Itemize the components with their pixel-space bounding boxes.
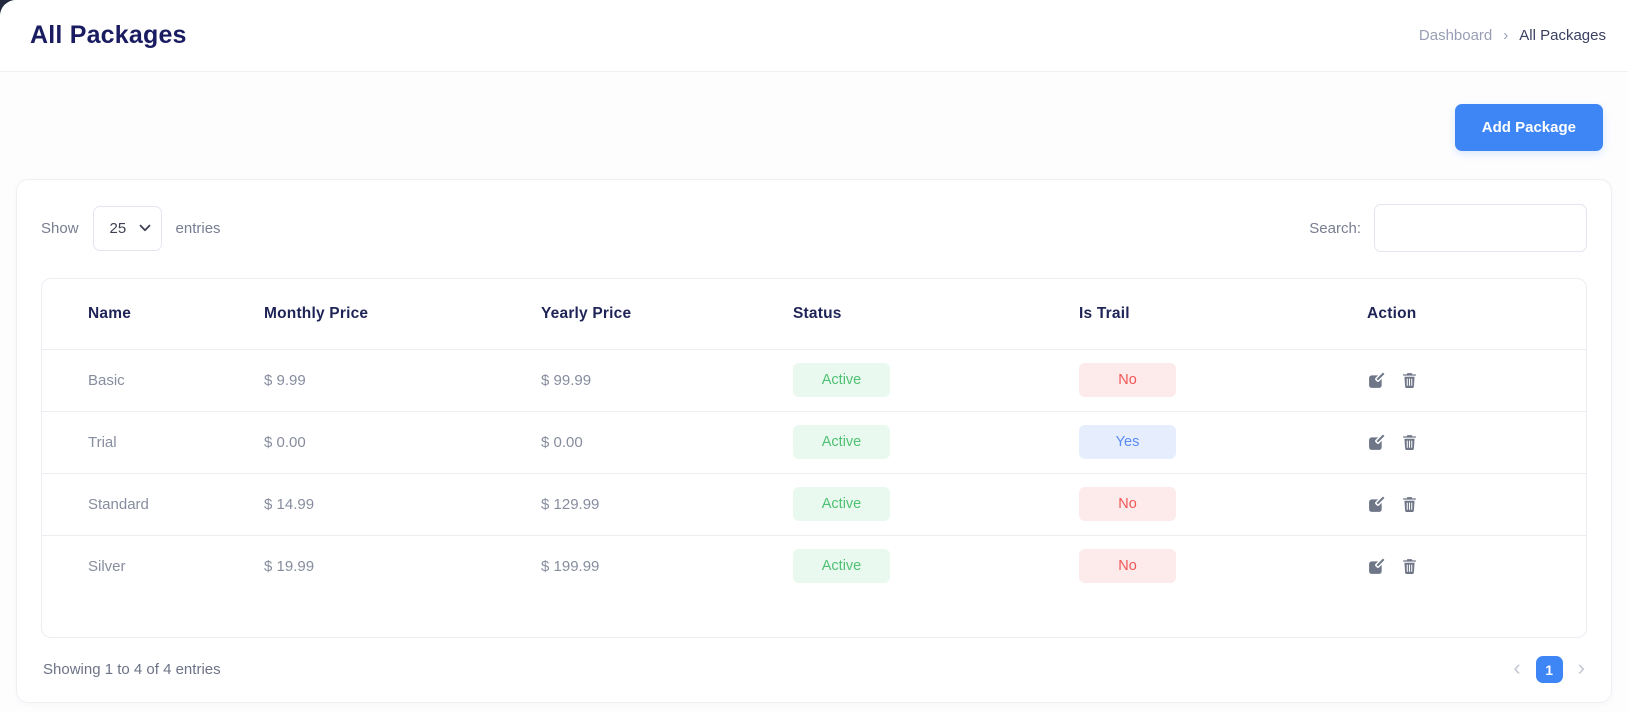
breadcrumb-item-all-packages: All Packages	[1519, 27, 1606, 44]
page-header: All Packages Dashboard › All Packages	[0, 0, 1628, 72]
entries-label: entries	[175, 219, 221, 237]
table-row: Basic $ 9.99 $ 99.99 Active No	[42, 348, 1586, 411]
yearly-price: $ 199.99	[541, 534, 793, 597]
column-header-monthly-price: Monthly Price	[264, 304, 369, 322]
edit-icon[interactable]	[1367, 494, 1387, 514]
page-length-select[interactable]: 25	[92, 205, 162, 251]
column-header-name: Name	[88, 304, 132, 322]
add-package-button[interactable]: Add Package	[1454, 104, 1603, 151]
pagination-prev-icon[interactable]: ‹	[1513, 657, 1520, 682]
breadcrumb-item-dashboard[interactable]: Dashboard	[1419, 27, 1492, 44]
table-row: Trial $ 0.00 $ 0.00 Active Yes	[42, 410, 1586, 473]
page-title: All Packages	[30, 21, 187, 49]
page-length-select-wrap: 25	[92, 205, 162, 251]
packages-table: Name Monthly Price Yearly Price Status I…	[42, 279, 1586, 597]
status-badge: Active	[793, 487, 890, 521]
page-length-control: Show 25 entries	[41, 205, 221, 251]
chevron-right-icon: ›	[1503, 27, 1509, 44]
search-label: Search:	[1309, 219, 1361, 237]
table-footer: Showing 1 to 4 of 4 entries ‹ 1 ›	[41, 656, 1587, 683]
table-row: Silver $ 19.99 $ 199.99 Active No	[42, 534, 1586, 597]
monthly-price: $ 0.00	[264, 410, 541, 473]
column-header-action: Action	[1367, 304, 1417, 322]
edit-icon[interactable]	[1367, 432, 1387, 452]
status-badge: Active	[793, 363, 890, 397]
table-row: Standard $ 14.99 $ 129.99 Active No	[42, 472, 1586, 535]
pagination-next-icon[interactable]: ›	[1578, 657, 1585, 682]
status-badge: Active	[793, 549, 890, 584]
toolbar: Add Package	[0, 72, 1628, 151]
yearly-price: $ 129.99	[541, 472, 793, 535]
is-trail-badge: Yes	[1079, 425, 1176, 459]
package-name: Trial	[42, 410, 264, 473]
edit-icon[interactable]	[1367, 370, 1387, 390]
show-label: Show	[41, 219, 79, 237]
page: All Packages Dashboard › All Packages Ad…	[0, 0, 1628, 712]
package-name: Basic	[42, 348, 264, 411]
monthly-price: $ 19.99	[264, 534, 541, 597]
is-trail-badge: No	[1079, 487, 1176, 521]
trash-icon[interactable]	[1399, 432, 1419, 452]
table-controls: Show 25 entries Search:	[41, 204, 1587, 252]
column-header-status: Status	[793, 304, 842, 322]
yearly-price: $ 99.99	[541, 348, 793, 411]
search-input[interactable]	[1374, 204, 1587, 252]
trash-icon[interactable]	[1399, 370, 1419, 390]
table-header-row: Name Monthly Price Yearly Price Status I…	[42, 279, 1586, 349]
trash-icon[interactable]	[1399, 494, 1419, 514]
packages-card: Show 25 entries Search: Name Monthly Pri…	[16, 179, 1612, 703]
yearly-price: $ 0.00	[541, 410, 793, 473]
breadcrumb: Dashboard › All Packages	[1419, 27, 1606, 44]
packages-table-wrap: Name Monthly Price Yearly Price Status I…	[41, 278, 1587, 638]
entries-info: Showing 1 to 4 of 4 entries	[43, 661, 221, 678]
search-control: Search:	[1309, 204, 1587, 252]
column-header-yearly-price: Yearly Price	[541, 304, 632, 322]
trash-icon[interactable]	[1399, 556, 1419, 576]
pagination: ‹ 1 ›	[1513, 656, 1585, 683]
package-name: Standard	[42, 472, 264, 535]
monthly-price: $ 14.99	[264, 472, 541, 535]
monthly-price: $ 9.99	[264, 348, 541, 411]
column-header-is-trail: Is Trail	[1079, 304, 1130, 322]
edit-icon[interactable]	[1367, 556, 1387, 576]
pagination-page-1[interactable]: 1	[1535, 656, 1563, 683]
is-trail-badge: No	[1079, 363, 1176, 397]
status-badge: Active	[793, 425, 890, 459]
is-trail-badge: No	[1079, 549, 1176, 584]
package-name: Silver	[42, 534, 264, 597]
